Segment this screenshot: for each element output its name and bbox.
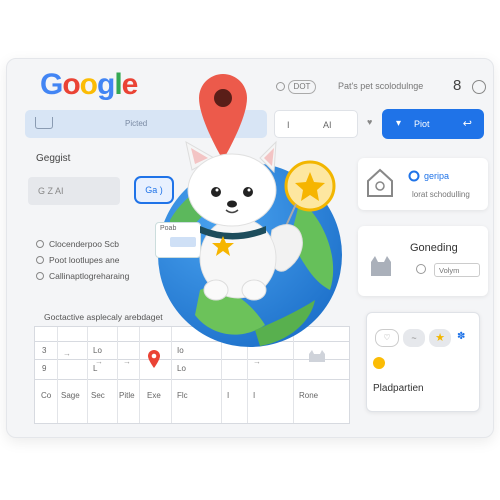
- logo-letter: l: [114, 68, 122, 101]
- table-cell: 9: [42, 364, 47, 373]
- account-circle-icon[interactable]: [472, 80, 486, 94]
- table-cell: 3: [42, 346, 47, 355]
- radio-label: Clocenderpoo Scb: [49, 238, 119, 249]
- google-g-icon: [408, 170, 420, 182]
- location-icon: [373, 357, 385, 369]
- table-footer-cell: Flc: [177, 391, 188, 400]
- heart-icon[interactable]: ♥: [367, 117, 372, 127]
- radio-icon[interactable]: [36, 239, 44, 248]
- arrow-icon: →: [253, 357, 261, 366]
- pet-card[interactable]: geripa lorat schodulling: [358, 158, 488, 210]
- header-pill[interactable]: DOT: [288, 80, 316, 94]
- tag-icon: ▾: [396, 118, 402, 129]
- table-divider: [57, 327, 58, 423]
- table-footer-cell: I: [253, 391, 256, 400]
- paw-icon[interactable]: ✽: [457, 331, 465, 342]
- arrow-icon: →: [63, 349, 71, 358]
- map-pin-icon: [148, 350, 160, 368]
- tag-text: Poab: [160, 225, 177, 232]
- card-subtitle: lorat schodulling: [412, 190, 470, 199]
- arrow-icon: ↩: [462, 118, 472, 130]
- card-title: Pladpartien: [373, 383, 424, 394]
- mode-ai[interactable]: AI: [323, 120, 332, 130]
- mode-a[interactable]: I: [287, 120, 290, 130]
- star-icon[interactable]: ★: [429, 329, 451, 347]
- pilot-button[interactable]: ▾ Piot ↩: [382, 109, 484, 139]
- table-divider: [35, 359, 349, 360]
- section-title: Geggist: [36, 153, 71, 164]
- info-icon[interactable]: [416, 264, 426, 274]
- search-text: Picted: [125, 119, 148, 128]
- radio-label: Poot lootlupes ane: [49, 254, 120, 265]
- table-footer-cell: Rone: [299, 391, 319, 400]
- cart-icon: [35, 117, 53, 129]
- table-footer-cell: Co: [41, 391, 52, 400]
- google-logo: Google: [40, 68, 139, 102]
- dog-mascot-icon: [185, 140, 303, 301]
- table-footer-cell: Exe: [147, 391, 161, 400]
- heart-outline-icon[interactable]: ♡: [375, 329, 399, 347]
- header-count: 8: [453, 77, 462, 94]
- cat-icon: [309, 350, 325, 362]
- arrow-icon: →: [123, 357, 131, 366]
- header-subtitle: Pat's pet scolodulnge: [338, 81, 424, 91]
- table-footer-cell: Sage: [61, 391, 80, 400]
- cat-icon: [371, 256, 391, 276]
- radio-label: Callinaptlogreharaing: [49, 270, 130, 281]
- table-divider: [117, 327, 118, 423]
- logo-letter: o: [79, 68, 98, 101]
- card-title: Goneding: [410, 242, 458, 254]
- table-footer-cell: Pitle: [119, 391, 135, 400]
- volume-field[interactable]: Volym: [434, 263, 480, 277]
- table-cell: Lo: [93, 346, 102, 355]
- table-footer-cell: Sec: [91, 391, 105, 400]
- table-divider: [35, 379, 349, 380]
- logo-letter: e: [121, 68, 139, 101]
- pet-card[interactable]: Goneding Volym: [358, 226, 488, 296]
- wave-icon[interactable]: ~: [403, 329, 425, 347]
- ai-input[interactable]: G Z AI: [28, 177, 120, 205]
- logo-letter: g: [97, 68, 115, 101]
- mode-selector[interactable]: I AI: [274, 110, 358, 138]
- radio-icon[interactable]: [36, 255, 44, 264]
- table-cell: Lo: [177, 364, 186, 373]
- logo-letter: o: [62, 68, 80, 101]
- table-footer-cell: I: [227, 391, 230, 400]
- logo-letter: G: [40, 68, 63, 101]
- card-title: geripa: [424, 171, 450, 181]
- pilot-button-label: Piot: [414, 119, 430, 129]
- table-divider: [87, 327, 88, 423]
- arrow-icon: →: [95, 357, 103, 366]
- status-card[interactable]: ♡ ~ ★ ✽ Pladpartien: [366, 312, 480, 412]
- radio-icon[interactable]: [36, 271, 44, 280]
- house-icon: [367, 168, 393, 197]
- status-dot-icon: [276, 82, 285, 91]
